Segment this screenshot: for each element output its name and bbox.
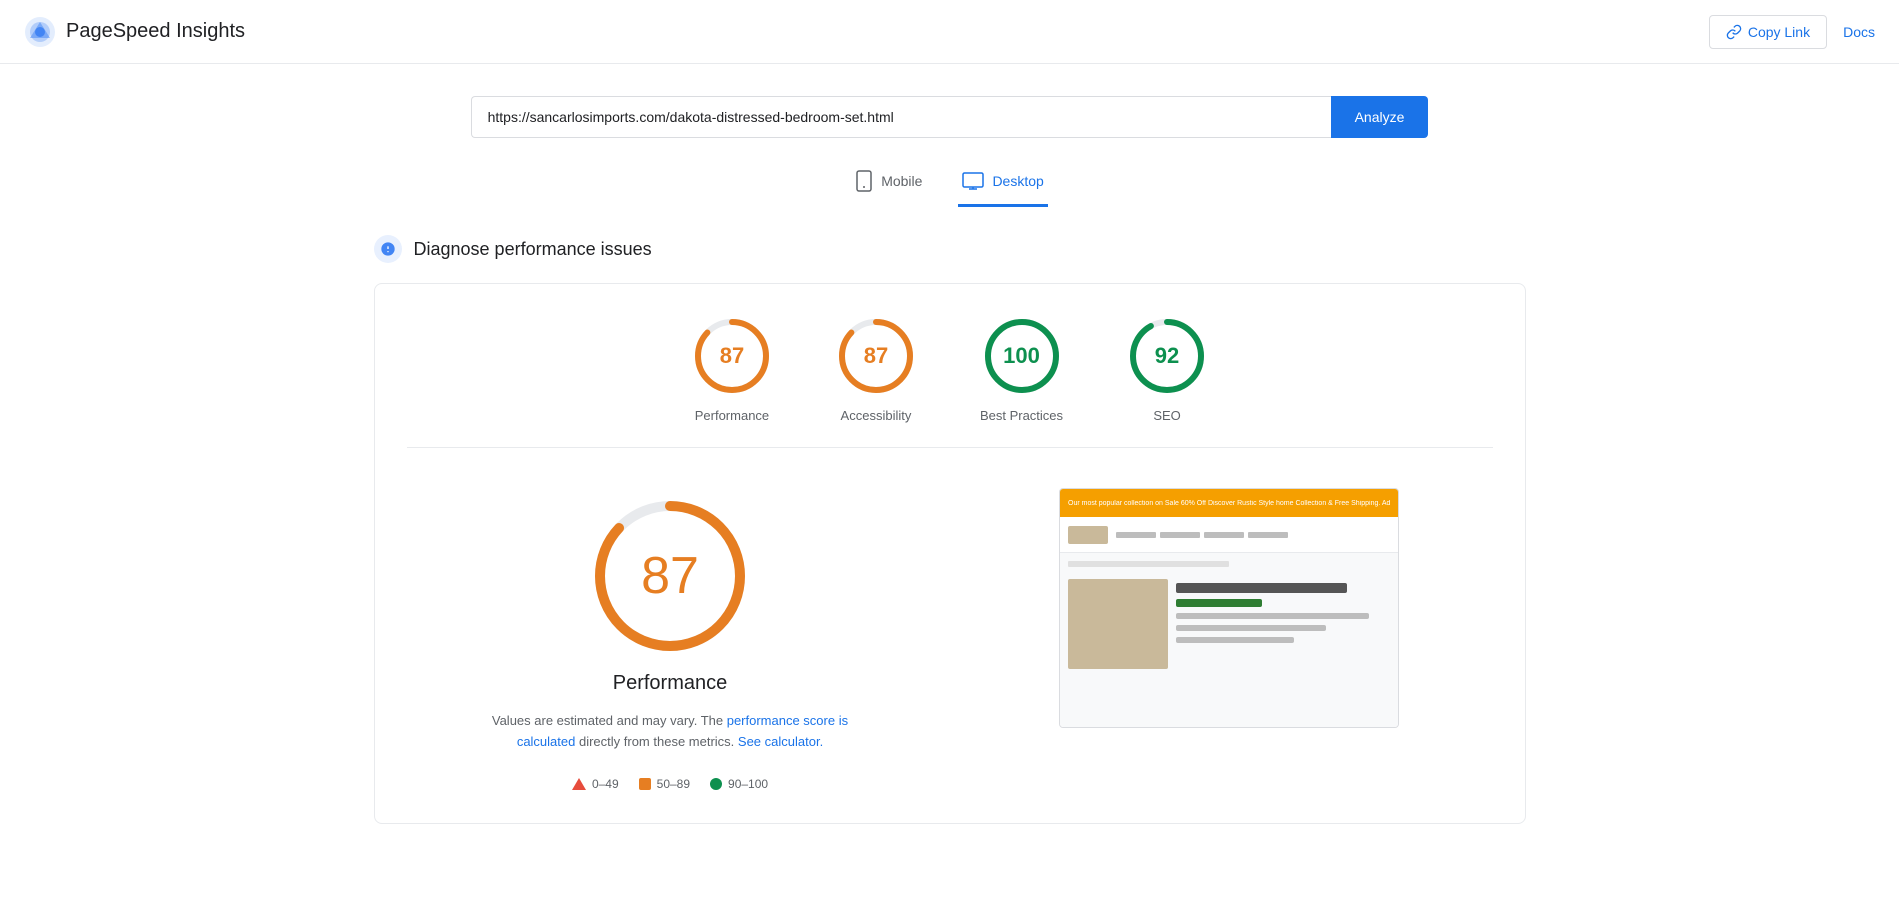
performance-detail-title: Performance [613, 672, 728, 695]
score-item-seo: 92 SEO [1127, 316, 1207, 423]
url-input[interactable]: https://sancarlosimports.com/dakota-dist… [471, 96, 1331, 138]
bottom-section: 87 Performance Values are estimated and … [407, 480, 1493, 791]
desktop-icon [962, 172, 984, 190]
legend-range-green: 90–100 [728, 777, 768, 791]
legend-range-red: 0–49 [592, 777, 619, 791]
header: PageSpeed Insights Copy Link Docs [0, 0, 1899, 64]
best-practices-label: Best Practices [980, 408, 1063, 423]
large-performance-circle: 87 [590, 496, 750, 656]
score-item-accessibility: 87 Accessibility [836, 316, 916, 423]
analyze-button[interactable]: Analyze [1331, 96, 1429, 138]
accessibility-score-value: 87 [864, 343, 888, 369]
diagnose-header: Diagnose performance issues [374, 235, 1526, 263]
seo-score-value: 92 [1155, 343, 1179, 369]
copy-link-label: Copy Link [1748, 24, 1810, 40]
promo-text: Our most popular collection on Sale 60% … [1068, 500, 1390, 507]
diagnose-icon [374, 235, 402, 263]
score-circle-performance: 87 [692, 316, 772, 396]
legend-range-orange: 50–89 [657, 777, 690, 791]
legend-item-orange: 50–89 [639, 777, 690, 791]
calculator-link[interactable]: See calculator. [738, 734, 823, 749]
performance-detail: 87 Performance Values are estimated and … [407, 480, 934, 791]
accessibility-label: Accessibility [841, 408, 912, 423]
scores-panel: 87 Performance 87 Accessibility [374, 283, 1526, 824]
performance-label: Performance [695, 408, 769, 423]
url-bar-container: https://sancarlosimports.com/dakota-dist… [374, 96, 1526, 138]
product-title-mock [1176, 583, 1347, 593]
breadcrumb-mock [1068, 561, 1229, 567]
screenshot-container: Our most popular collection on Sale 60% … [966, 480, 1493, 791]
screenshot-promo-bar: Our most popular collection on Sale 60% … [1060, 489, 1398, 517]
orange-square-icon [639, 778, 651, 790]
tabs-container: Mobile Desktop [374, 162, 1526, 207]
score-item-best-practices: 100 Best Practices [980, 316, 1063, 423]
red-triangle-icon [572, 778, 586, 790]
logo-container: PageSpeed Insights [24, 16, 245, 48]
webpage-screenshot: Our most popular collection on Sale 60% … [1059, 488, 1399, 728]
tab-mobile[interactable]: Mobile [851, 162, 926, 207]
main-content: https://sancarlosimports.com/dakota-dist… [350, 64, 1550, 856]
performance-score-value: 87 [720, 343, 744, 369]
product-content-mock [1068, 579, 1390, 669]
product-text-mock [1176, 579, 1390, 669]
tab-desktop[interactable]: Desktop [958, 162, 1047, 207]
performance-note: Values are estimated and may vary. The p… [480, 711, 860, 753]
tab-desktop-label: Desktop [992, 173, 1043, 189]
nav-links-mock [1116, 532, 1390, 538]
diagnose-title: Diagnose performance issues [414, 239, 652, 260]
tab-mobile-label: Mobile [881, 173, 922, 189]
score-item-performance: 87 Performance [692, 316, 772, 423]
scores-row: 87 Performance 87 Accessibility [407, 316, 1493, 448]
legend-item-red: 0–49 [572, 777, 619, 791]
seo-label: SEO [1153, 408, 1180, 423]
link-icon [1726, 24, 1742, 40]
product-desc-mock-2 [1176, 625, 1326, 631]
mobile-icon [855, 170, 873, 192]
screenshot-nav [1060, 517, 1398, 553]
legend-item-green: 90–100 [710, 777, 768, 791]
copy-link-button[interactable]: Copy Link [1709, 15, 1827, 49]
pagespeed-logo-icon [24, 16, 56, 48]
docs-link[interactable]: Docs [1843, 24, 1875, 40]
product-desc-mock-3 [1176, 637, 1294, 643]
header-actions: Copy Link Docs [1709, 15, 1875, 49]
score-circle-best-practices: 100 [982, 316, 1062, 396]
screenshot-body [1060, 553, 1398, 728]
site-logo-mock [1068, 526, 1108, 544]
score-legend: 0–49 50–89 90–100 [572, 777, 768, 791]
product-desc-mock-1 [1176, 613, 1369, 619]
product-image-mock [1068, 579, 1168, 669]
score-circle-seo: 92 [1127, 316, 1207, 396]
app-title: PageSpeed Insights [66, 20, 245, 43]
product-price-mock [1176, 599, 1262, 607]
large-performance-score: 87 [641, 546, 699, 606]
green-circle-icon [710, 778, 722, 790]
best-practices-score-value: 100 [1003, 343, 1040, 369]
score-circle-accessibility: 87 [836, 316, 916, 396]
info-icon [380, 241, 396, 257]
